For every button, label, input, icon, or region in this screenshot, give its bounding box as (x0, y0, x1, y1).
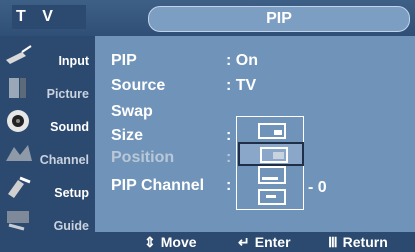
menu-row-label: Position (111, 149, 175, 166)
size-dropdown[interactable] (236, 116, 304, 210)
menu-row-swap[interactable]: Swap (111, 103, 153, 123)
sidebar-item-label: Setup (54, 186, 89, 200)
guide-icon (7, 211, 29, 231)
tv-osd-screen: T V PIP Input Picture Sound Channel Setu… (0, 0, 415, 252)
size-option-medium[interactable] (238, 142, 304, 166)
size-option-double[interactable] (238, 186, 300, 206)
sidebar-item-label: Sound (50, 120, 89, 134)
sidebar-item-label: Channel (39, 153, 89, 167)
menu-title: PIP (148, 6, 410, 32)
pip-channel-value-tail: - 0 (308, 179, 327, 196)
sidebar-item-channel[interactable]: Channel (0, 138, 95, 171)
sidebar: Input Picture Sound Channel Setup Guide (0, 36, 95, 233)
menu-row-value: : On (226, 52, 258, 69)
picture-icon (9, 78, 26, 98)
menu-row-value: : (226, 149, 232, 166)
sidebar-item-input[interactable]: Input (0, 39, 95, 72)
menu-row-label: Source (111, 77, 166, 94)
menu-row-pip-channel[interactable]: PIP Channel : (111, 177, 231, 197)
return-hint: Ⅲ Return (328, 234, 388, 250)
menu-row-pip[interactable]: PIP : On (111, 52, 258, 72)
sidebar-item-setup[interactable]: Setup (0, 171, 95, 204)
menu-row-label: Swap (111, 103, 153, 120)
move-hint: ⇕ Move (144, 234, 197, 250)
menu-row-value: : TV (226, 77, 257, 94)
top-bar: T V PIP (0, 0, 415, 36)
enter-icon: ↵ (238, 234, 250, 250)
menu-row-source[interactable]: Source : TV (111, 77, 256, 97)
sidebar-item-picture[interactable]: Picture (0, 72, 95, 105)
size-option-large[interactable] (238, 164, 300, 184)
menu-row-size[interactable]: Size : (111, 127, 231, 147)
sidebar-item-label: Input (58, 54, 89, 68)
channel-icon (6, 145, 32, 161)
sound-icon (7, 110, 29, 132)
size-option-small[interactable] (238, 120, 300, 140)
tv-label: T V (12, 5, 86, 29)
menu-row-value: : (226, 127, 232, 144)
sidebar-item-label: Picture (46, 87, 89, 101)
menu-row-value: : (226, 177, 232, 194)
menu-row-position[interactable]: Position : (111, 149, 231, 169)
return-icon: Ⅲ (328, 234, 338, 250)
sidebar-item-sound[interactable]: Sound (0, 105, 95, 138)
menu-row-label: PIP Channel (111, 177, 205, 194)
menu-row-label: Size (111, 127, 144, 144)
bottom-hint-bar: ⇕ Move ↵ Enter Ⅲ Return (0, 232, 415, 252)
input-icon (6, 45, 32, 64)
up-down-arrows-icon: ⇕ (144, 234, 156, 250)
menu-row-label: PIP (111, 52, 137, 69)
sidebar-item-label: Guide (53, 219, 89, 233)
enter-hint: ↵ Enter (238, 234, 291, 250)
setup-icon (8, 176, 31, 198)
